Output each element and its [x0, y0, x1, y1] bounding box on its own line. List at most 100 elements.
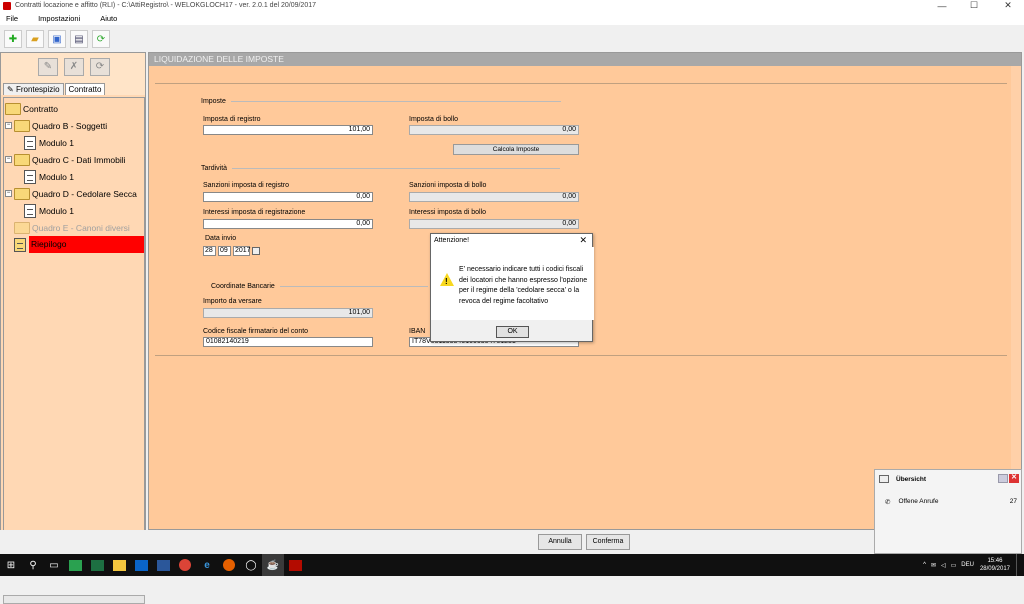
section-tardivita: Tardività: [201, 165, 561, 172]
close-window-button[interactable]: ✕: [994, 0, 1022, 11]
volume-icon[interactable]: ◁: [941, 562, 946, 569]
task-view-button[interactable]: ▭: [44, 554, 64, 576]
show-desktop-button[interactable]: [1016, 554, 1020, 576]
delete-module-button[interactable]: ✗: [64, 57, 84, 76]
sanzioni-bollo-field: 0,00: [409, 192, 579, 202]
left-panel: ✎ ✗ ⟳ ✎ Frontespizio Contratto Contratto…: [0, 52, 146, 604]
outlook-tray-icon[interactable]: ✉: [931, 562, 936, 569]
dialog-close-button[interactable]: ✕: [579, 234, 587, 247]
dialog-ok-button[interactable]: OK: [496, 326, 529, 338]
notification-close-button[interactable]: ✕: [1009, 474, 1019, 483]
dialog-titlebar: Attenzione! ✕: [431, 234, 592, 247]
print-button[interactable]: ▤: [70, 30, 88, 48]
notification-minimize-button[interactable]: [998, 474, 1008, 483]
taskbar-app-firefox[interactable]: [218, 554, 240, 576]
collapse-icon[interactable]: −: [5, 190, 12, 197]
java-icon: ☕: [266, 559, 280, 571]
codice-fiscale-label: Codice fiscale firmatario del conto: [203, 328, 309, 335]
folder-icon: [5, 102, 21, 115]
collapse-icon[interactable]: −: [5, 156, 12, 163]
interessi-registro-field[interactable]: 0,00: [203, 219, 373, 229]
search-icon: ⚲: [29, 559, 37, 571]
section-title: Coordinate Bancarie: [211, 283, 275, 290]
taskbar-app-edge[interactable]: e: [196, 554, 218, 576]
imposta-registro-field[interactable]: 101,00: [203, 125, 373, 135]
maximize-button[interactable]: ☐: [960, 0, 988, 11]
section-coordinate-bancarie: Coordinate Bancarie: [211, 283, 428, 290]
data-invio-year-field[interactable]: 2017: [233, 246, 251, 256]
search-button[interactable]: ⚲: [22, 554, 44, 576]
window-titlebar: Contratti locazione e affitto (RLI) - C:…: [0, 0, 1024, 11]
tree-item-quadro-c-modulo-1[interactable]: Modulo 1: [24, 168, 74, 185]
taskbar-app-excel[interactable]: [86, 554, 108, 576]
menu-aiuto[interactable]: Aiuto: [100, 14, 117, 23]
minimize-button[interactable]: —: [928, 0, 956, 11]
data-invio-day-field[interactable]: 28: [203, 246, 216, 256]
menu-file[interactable]: File: [6, 14, 18, 23]
conferma-button[interactable]: Conferma: [586, 534, 630, 550]
start-button[interactable]: ⊞: [0, 554, 22, 576]
menu-impostazioni[interactable]: Impostazioni: [38, 14, 80, 23]
save-button[interactable]: ▣: [48, 30, 66, 48]
sanzioni-registro-field[interactable]: 0,00: [203, 192, 373, 202]
tree-item-quadro-c[interactable]: − Quadro C - Dati Immobili: [5, 151, 126, 168]
tree-item-quadro-e[interactable]: Quadro E - Canoni diversi: [14, 219, 130, 236]
dialog-title: Attenzione!: [434, 237, 470, 244]
data-invio-month-field[interactable]: 09: [218, 246, 231, 256]
tree-item-quadro-d-modulo-1[interactable]: Modulo 1: [24, 202, 74, 219]
calendar-icon[interactable]: [252, 247, 260, 255]
tab-frontespizio[interactable]: ✎ Frontespizio: [3, 83, 64, 95]
tree-item-riepilogo[interactable]: Riepilogo: [14, 236, 144, 253]
form-vertical-scrollbar[interactable]: [1011, 66, 1021, 529]
interessi-bollo-label: Interessi imposta di bollo: [409, 209, 487, 216]
taskbar-app-cortana[interactable]: ◯: [240, 554, 262, 576]
windows-icon: ⊞: [6, 559, 16, 571]
taskbar-app-acrobat[interactable]: [284, 554, 306, 576]
taskbar-app-feedly[interactable]: [64, 554, 86, 576]
notification-panel: Übersicht ✕ ✆ Offene Anrufe 27: [874, 469, 1022, 554]
taskbar-app-chrome[interactable]: [174, 554, 196, 576]
collapse-icon[interactable]: −: [5, 122, 12, 129]
taskbar-app-explorer[interactable]: [108, 554, 130, 576]
tree-item-label: Riepilogo: [29, 236, 144, 253]
imposta-registro-label: Imposta di registro: [203, 116, 261, 123]
sanzioni-registro-label: Sanzioni imposta di registro: [203, 182, 289, 189]
iban-label: IBAN: [409, 328, 426, 335]
tree-item-quadro-b[interactable]: − Quadro B - Soggetti: [5, 117, 107, 134]
calcola-imposte-button[interactable]: Calcola Imposte: [453, 144, 579, 155]
tree-item-quadro-d[interactable]: − Quadro D - Cedolare Secca: [5, 185, 137, 202]
edit-module-button[interactable]: ✎: [38, 57, 58, 76]
windows-taskbar: ⊞ ⚲ ▭ e ◯ ☕ ^ ✉ ◁ ▭ DEU 15:46 28/09/2017: [0, 554, 1024, 576]
codice-fiscale-field[interactable]: 01082140219: [203, 337, 373, 347]
tab-contratto[interactable]: Contratto: [64, 83, 106, 95]
chevron-up-icon[interactable]: ^: [923, 562, 926, 568]
document-icon: [24, 135, 36, 150]
data-invio-label: Data invio: [205, 235, 237, 242]
open-button[interactable]: ▰: [26, 30, 44, 48]
tree-horizontal-scrollbar[interactable]: [3, 595, 145, 604]
clock-time: 15:46: [987, 558, 1003, 564]
importo-versare-field: 101,00: [203, 308, 373, 318]
calendar-icon: [879, 475, 889, 483]
tree-item-label: Quadro E - Canoni diversi: [32, 222, 130, 233]
tree-item-label: Modulo 1: [39, 171, 74, 182]
dialog-message: E' necessario indicare tutti i codici fi…: [459, 266, 588, 305]
warning-mark: !: [445, 277, 448, 286]
system-tray: ^ ✉ ◁ ▭ DEU 15:46 28/09/2017: [923, 554, 1020, 576]
network-icon[interactable]: ▭: [951, 562, 957, 569]
firefox-icon: [223, 559, 235, 571]
new-document-button[interactable]: ✚: [4, 30, 22, 48]
taskbar-clock[interactable]: 15:46 28/09/2017: [980, 557, 1010, 573]
language-indicator[interactable]: DEU: [961, 562, 974, 568]
taskbar-app-outlook[interactable]: [130, 554, 152, 576]
export-button[interactable]: ⟳: [92, 30, 110, 48]
taskbar-app-java[interactable]: ☕: [262, 554, 284, 576]
notification-row[interactable]: ✆ Offene Anrufe 27: [885, 498, 1017, 506]
phone-icon: ✆: [885, 499, 891, 506]
taskbar-app-word[interactable]: [152, 554, 174, 576]
refresh-module-button[interactable]: ⟳: [90, 57, 110, 76]
annulla-button[interactable]: Annulla: [538, 534, 582, 550]
tree-item-quadro-b-modulo-1[interactable]: Modulo 1: [24, 134, 74, 151]
tree-item-contratto[interactable]: Contratto: [5, 100, 58, 117]
dialog-body: ! E' necessario indicare tutti i codici …: [431, 247, 594, 320]
